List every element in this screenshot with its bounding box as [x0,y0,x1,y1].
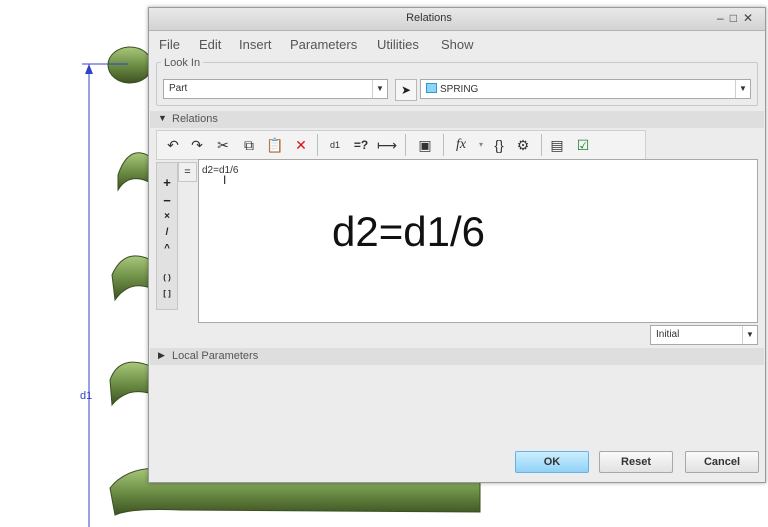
redo-icon[interactable]: ↷ [187,135,207,155]
ok-button[interactable]: OK [515,451,589,473]
relation-overlay-caption: d2=d1/6 [332,208,485,255]
reset-button[interactable]: Reset [599,451,673,473]
menu-file[interactable]: File [159,37,180,52]
undo-icon[interactable]: ↶ [163,135,183,155]
menubar: File Edit Insert Parameters Utilities Sh… [149,32,765,56]
menu-show[interactable]: Show [441,37,474,52]
verify-relations-icon[interactable]: ☑ [573,135,593,155]
operator-palette: + − × / ^ ( ) [ ] [156,162,178,310]
cut-icon[interactable]: ✂ [213,135,233,155]
op-brackets-button[interactable]: [ ] [157,289,177,298]
display-values-icon[interactable]: d1 [325,135,345,155]
cancel-button[interactable]: Cancel [685,451,759,473]
op-plus-button[interactable]: + [157,175,177,190]
part-icon [426,83,437,93]
look-in-type-select[interactable]: Part ▼ [163,79,388,99]
chevron-down-icon: ▼ [742,326,757,344]
dimension-d1 [82,63,128,527]
sort-icon[interactable]: ⚙ [513,135,533,155]
unit-sensitive-icon[interactable]: ⟼ [377,135,397,155]
look-in-model-select[interactable]: SPRING ▼ [420,79,751,99]
op-power-button[interactable]: ^ [157,243,177,254]
insert-from-file-icon[interactable]: ▤ [547,135,567,155]
text-cursor-icon: I [223,173,227,187]
relations-section-header[interactable]: ▼ Relations [150,111,764,128]
relations-section-label: Relations [172,113,218,125]
select-model-button[interactable]: ➤ [395,79,417,101]
delete-icon[interactable]: ✕ [291,135,311,155]
look-in-type-value: Part [169,83,188,94]
dialog-title: Relations [406,12,452,24]
state-select[interactable]: Initial ▼ [650,325,758,345]
function-icon[interactable]: fx [451,135,471,155]
collapse-triangle-icon: ▼ [158,113,167,123]
copy-icon[interactable]: ⧉ [239,135,259,155]
close-icon[interactable]: ✕ [743,11,759,25]
menu-edit[interactable]: Edit [199,37,221,52]
op-divide-button[interactable]: / [157,227,177,238]
dimension-label: d1 [80,390,92,402]
paste-icon[interactable]: 📋 [265,135,285,155]
op-multiply-button[interactable]: × [157,211,177,222]
op-equals-button[interactable]: = [178,162,197,182]
chevron-down-icon[interactable]: ▾ [471,135,491,155]
window-controls: –□✕ [717,11,759,25]
chevron-down-icon: ▼ [735,80,750,98]
menu-parameters[interactable]: Parameters [290,37,357,52]
relations-toolbar: ↶ ↷ ✂ ⧉ 📋 ✕ d1 =? ⟼ ▣ fx ▾ {} ⚙ ▤ ☑ [156,130,646,160]
minimize-icon[interactable]: – [717,11,730,25]
look-in-model-value: SPRING [440,84,479,95]
evaluate-icon[interactable]: =? [351,135,371,155]
local-parameters-label: Local Parameters [172,350,259,362]
op-minus-button[interactable]: − [157,193,177,208]
expand-triangle-icon: ▶ [158,350,165,360]
state-select-value: Initial [656,329,680,340]
titlebar[interactable]: Relations –□✕ [149,8,765,31]
look-in-label: Look In [161,57,204,69]
local-parameters-header[interactable]: ▶ Local Parameters [150,348,764,365]
maximize-icon[interactable]: □ [730,11,743,25]
chevron-down-icon: ▼ [372,80,387,98]
relations-dialog: Relations –□✕ File Edit Insert Parameter… [148,7,766,483]
menu-utilities[interactable]: Utilities [377,37,419,52]
verify-icon[interactable]: ▣ [415,135,435,155]
arrow-cursor-icon: ➤ [400,83,412,97]
relation-line: d2=d1/6 [202,165,239,176]
relations-editor[interactable]: d2=d1/6 I d2=d1/6 [198,159,758,323]
parameters-icon[interactable]: {} [489,135,509,155]
menu-insert[interactable]: Insert [239,37,272,52]
op-parentheses-button[interactable]: ( ) [157,273,177,282]
